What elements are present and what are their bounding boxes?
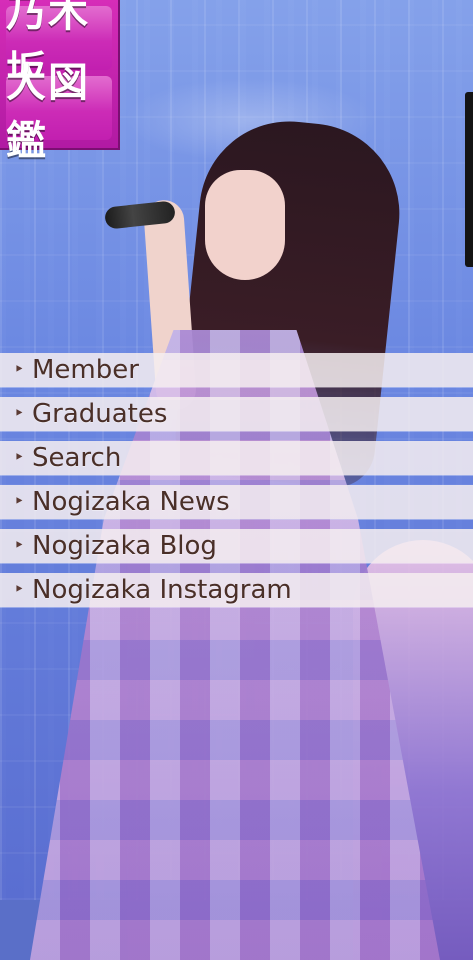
menu-item-search[interactable]: ‣ Search bbox=[0, 441, 473, 475]
menu-item-graduates[interactable]: ‣ Graduates bbox=[0, 397, 473, 431]
edge-handle[interactable] bbox=[465, 92, 473, 267]
singer-face bbox=[205, 170, 285, 280]
menu-item-label: Member bbox=[32, 355, 139, 385]
menu-item-nogizaka-news[interactable]: ‣ Nogizaka News bbox=[0, 485, 473, 519]
menu-item-label: Nogizaka News bbox=[32, 487, 230, 517]
app-logo: 乃木坂 大図鑑 bbox=[0, 0, 120, 164]
bullet-icon: ‣ bbox=[13, 447, 25, 468]
logo-line-2: 大図鑑 bbox=[6, 60, 112, 164]
bullet-icon: ‣ bbox=[13, 359, 25, 380]
menu-item-label: Nogizaka Blog bbox=[32, 531, 217, 561]
menu-item-label: Search bbox=[32, 443, 122, 473]
menu-item-label: Graduates bbox=[32, 399, 168, 429]
bullet-icon: ‣ bbox=[13, 579, 25, 600]
menu-item-label: Nogizaka Instagram bbox=[32, 575, 292, 605]
bullet-icon: ‣ bbox=[13, 535, 25, 556]
menu-item-member[interactable]: ‣ Member bbox=[0, 353, 473, 387]
menu-item-nogizaka-blog[interactable]: ‣ Nogizaka Blog bbox=[0, 529, 473, 563]
bullet-icon: ‣ bbox=[13, 491, 25, 512]
menu-item-nogizaka-instagram[interactable]: ‣ Nogizaka Instagram bbox=[0, 573, 473, 607]
bullet-icon: ‣ bbox=[13, 403, 25, 424]
main-menu: ‣ Member ‣ Graduates ‣ Search ‣ Nogizaka… bbox=[0, 353, 473, 617]
